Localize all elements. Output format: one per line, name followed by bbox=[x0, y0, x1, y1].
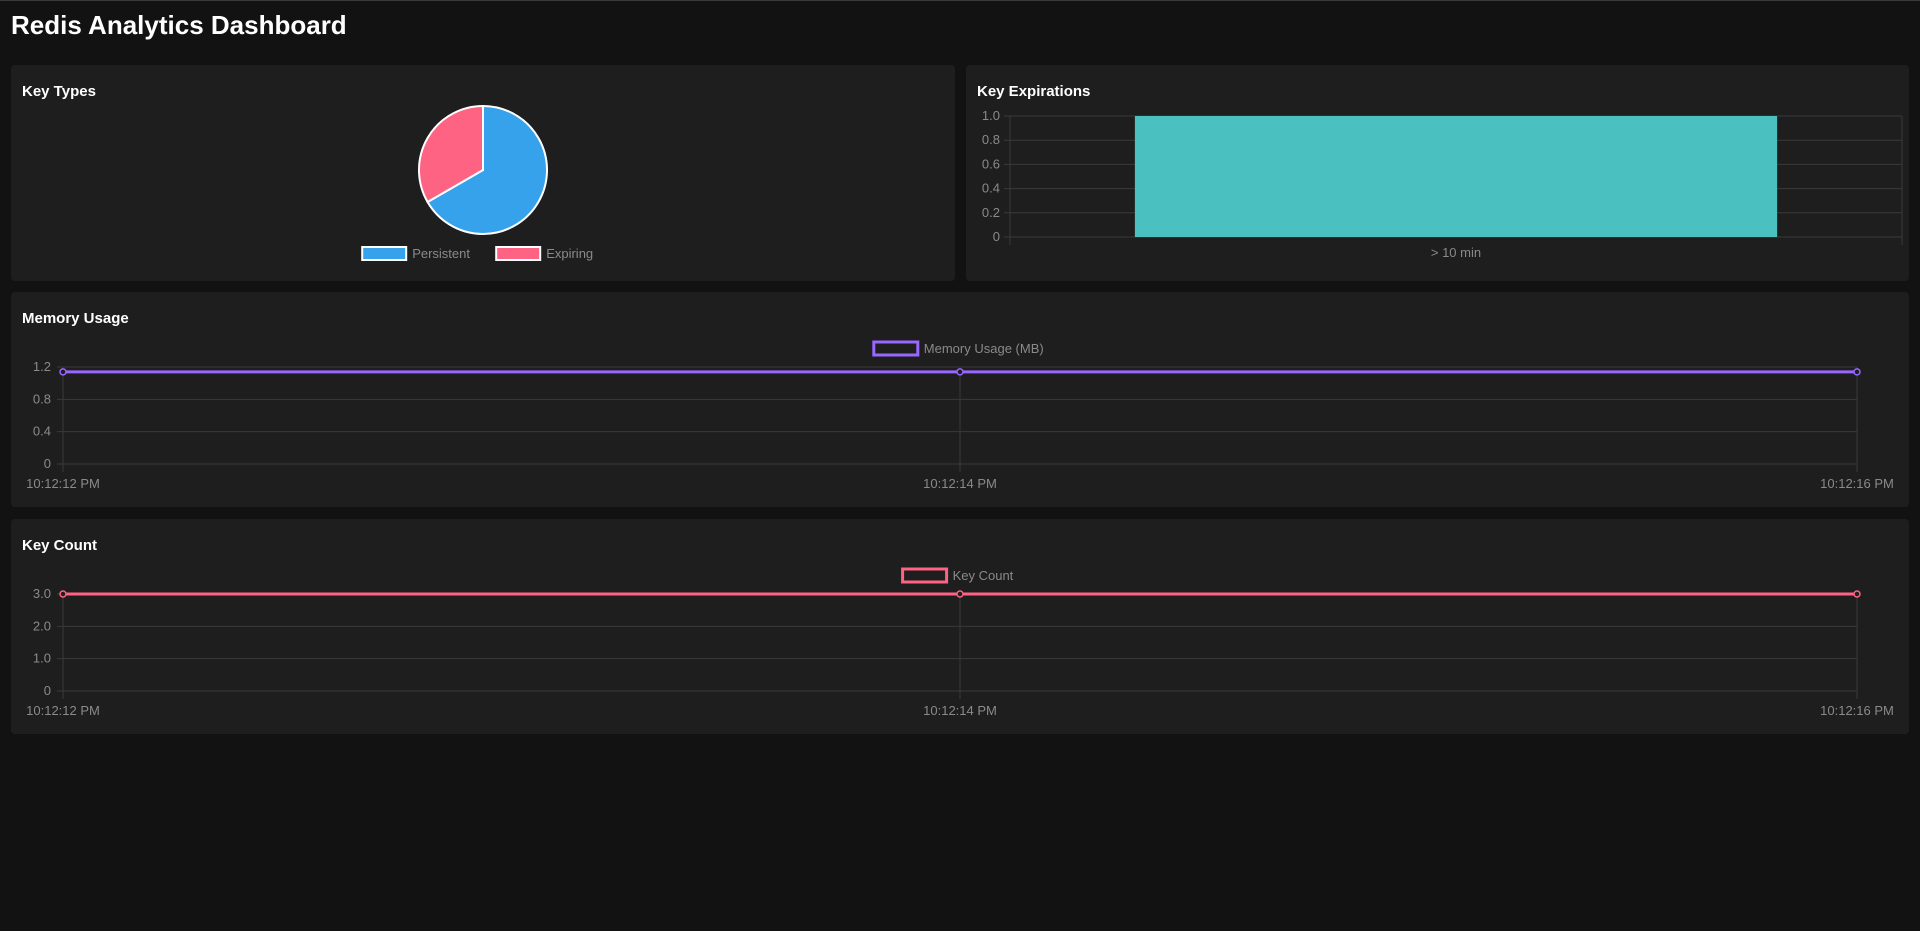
key-expirations-panel: Key Expirations 1.0 0.8 0.6 0.4 0.2 0 > 10 min bbox=[966, 65, 1909, 281]
y-tick-label: 0.2 bbox=[982, 205, 1000, 220]
legend-swatch-expiring bbox=[495, 246, 542, 261]
x-tick-label: 10:12:16 PM bbox=[1820, 703, 1894, 718]
legend-label-persistent: Persistent bbox=[412, 246, 470, 261]
memory-usage-line-chart: 1.2 0.8 0.4 0 10:12:12 PM 10:12:14 PM 10:12:16… bbox=[26, 340, 1894, 491]
x-tick-label: 10:12:14 PM bbox=[923, 476, 997, 491]
legend-swatch-persistent bbox=[361, 246, 408, 261]
bar bbox=[1134, 116, 1778, 237]
data-point bbox=[1853, 590, 1861, 598]
legend-label: Memory Usage (MB) bbox=[924, 341, 1044, 356]
legend-label: Key Count bbox=[953, 568, 1014, 583]
y-tick-label: 0 bbox=[44, 456, 51, 471]
key-types-panel: Key Types Persistent Expiring bbox=[11, 65, 955, 281]
data-point bbox=[59, 590, 67, 598]
x-tick-label: 10:12:12 PM bbox=[26, 703, 100, 718]
y-tick-label: 0.6 bbox=[982, 156, 1000, 171]
x-tick-label: 10:12:12 PM bbox=[26, 476, 100, 491]
key-count-line-chart: 3.0 2.0 1.0 0 10:12:12 PM 10:12:14 PM 10:12:16… bbox=[26, 567, 1894, 718]
data-point bbox=[59, 368, 67, 376]
page-title: Redis Analytics Dashboard bbox=[11, 10, 347, 40]
y-tick-label: 0 bbox=[44, 683, 51, 698]
y-tick-label: 1.0 bbox=[982, 108, 1000, 123]
y-tick-label: 0.8 bbox=[33, 391, 51, 406]
y-tick-label: 0.4 bbox=[982, 181, 1000, 196]
y-tick-label: 0.4 bbox=[33, 424, 51, 439]
key-expirations-bar-chart: 1.0 0.8 0.6 0.4 0.2 0 > 10 min bbox=[982, 108, 1903, 260]
y-tick-label: 3.0 bbox=[33, 586, 51, 601]
key-types-pie-chart: Persistent Expiring bbox=[361, 104, 593, 261]
y-tick-label: 0 bbox=[993, 229, 1000, 244]
legend-swatch bbox=[872, 340, 920, 357]
x-tick-label: > 10 min bbox=[1431, 245, 1481, 260]
y-tick-label: 0.8 bbox=[982, 132, 1000, 147]
key-count-panel: Key Count 3.0 2.0 1.0 0 10:12:12 PM 10:12:14 … bbox=[11, 519, 1909, 734]
x-tick-label: 10:12:16 PM bbox=[1820, 476, 1894, 491]
legend-label-expiring: Expiring bbox=[546, 246, 593, 261]
x-tick-label: 10:12:14 PM bbox=[923, 703, 997, 718]
data-point bbox=[1853, 368, 1861, 376]
y-tick-label: 2.0 bbox=[33, 618, 51, 633]
legend-swatch bbox=[901, 567, 949, 584]
y-tick-label: 1.0 bbox=[33, 651, 51, 666]
memory-usage-panel: Memory Usage 1.2 0.8 0.4 0 10:12:12 PM 10:12:… bbox=[11, 292, 1909, 507]
data-point bbox=[956, 368, 964, 376]
y-tick-label: 1.2 bbox=[33, 359, 51, 374]
data-point bbox=[956, 590, 964, 598]
